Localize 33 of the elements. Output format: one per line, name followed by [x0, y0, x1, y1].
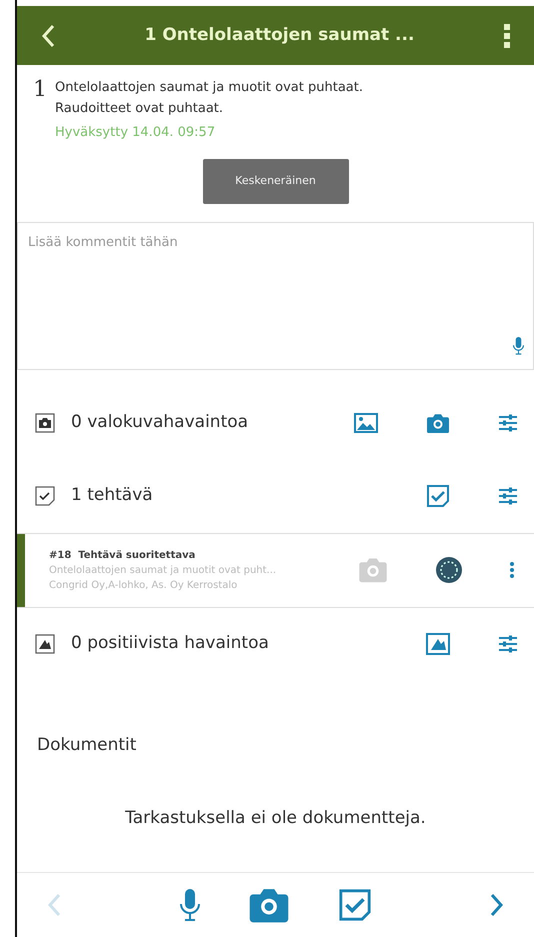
next-button[interactable] [490, 893, 504, 917]
task-icon[interactable] [338, 888, 372, 922]
section-title: 0 positiivista havaintoa [71, 632, 270, 656]
image-icon [35, 634, 55, 654]
item-text: Raudoitteet ovat puhtaat. [55, 100, 224, 118]
camera-icon [35, 413, 55, 433]
section-title: 0 valokuvahavaintoa [71, 411, 250, 434]
gallery-icon[interactable] [354, 413, 378, 433]
status-text: Hyväksytty 14.04. 09:57 [55, 124, 216, 142]
checklist-icon [35, 486, 55, 506]
comment-field[interactable]: Lisää kommentit tähän [17, 222, 534, 370]
back-button[interactable] [41, 24, 55, 48]
item-text: Ontelolaattojen saumat ja muotit ovat puhtaat. [55, 79, 363, 97]
section-title: 1 tehtävä [71, 484, 154, 508]
filter-icon[interactable] [498, 635, 518, 653]
task-description: Ontelolaattojen saumat ja muotit ovat puht... [49, 564, 278, 578]
camera-icon[interactable] [426, 412, 450, 434]
clock-icon[interactable] [436, 557, 462, 583]
task-title[interactable]: #18 Tehtävä suoritettava [49, 548, 342, 562]
more-button[interactable] [504, 24, 510, 48]
filter-icon[interactable] [498, 487, 518, 505]
microphone-icon[interactable] [180, 889, 200, 921]
filter-icon[interactable] [498, 414, 518, 432]
camera-icon[interactable] [248, 887, 290, 923]
more-icon[interactable] [510, 562, 514, 578]
task-location: Congrid Oy,A-lohko, As. Oy Kerrostalo [49, 578, 238, 592]
empty-message: Tarkastuksella ei ole dokumentteja. [124, 807, 427, 830]
image-icon[interactable] [426, 633, 450, 655]
section-heading: Dokumentit [36, 734, 138, 756]
page-title: 1 Ontelolaattojen saumat ... [144, 24, 414, 47]
status-button[interactable]: Keskeneräinen [202, 158, 348, 204]
item-number: 1 [33, 76, 47, 104]
task-icon[interactable] [426, 484, 450, 508]
